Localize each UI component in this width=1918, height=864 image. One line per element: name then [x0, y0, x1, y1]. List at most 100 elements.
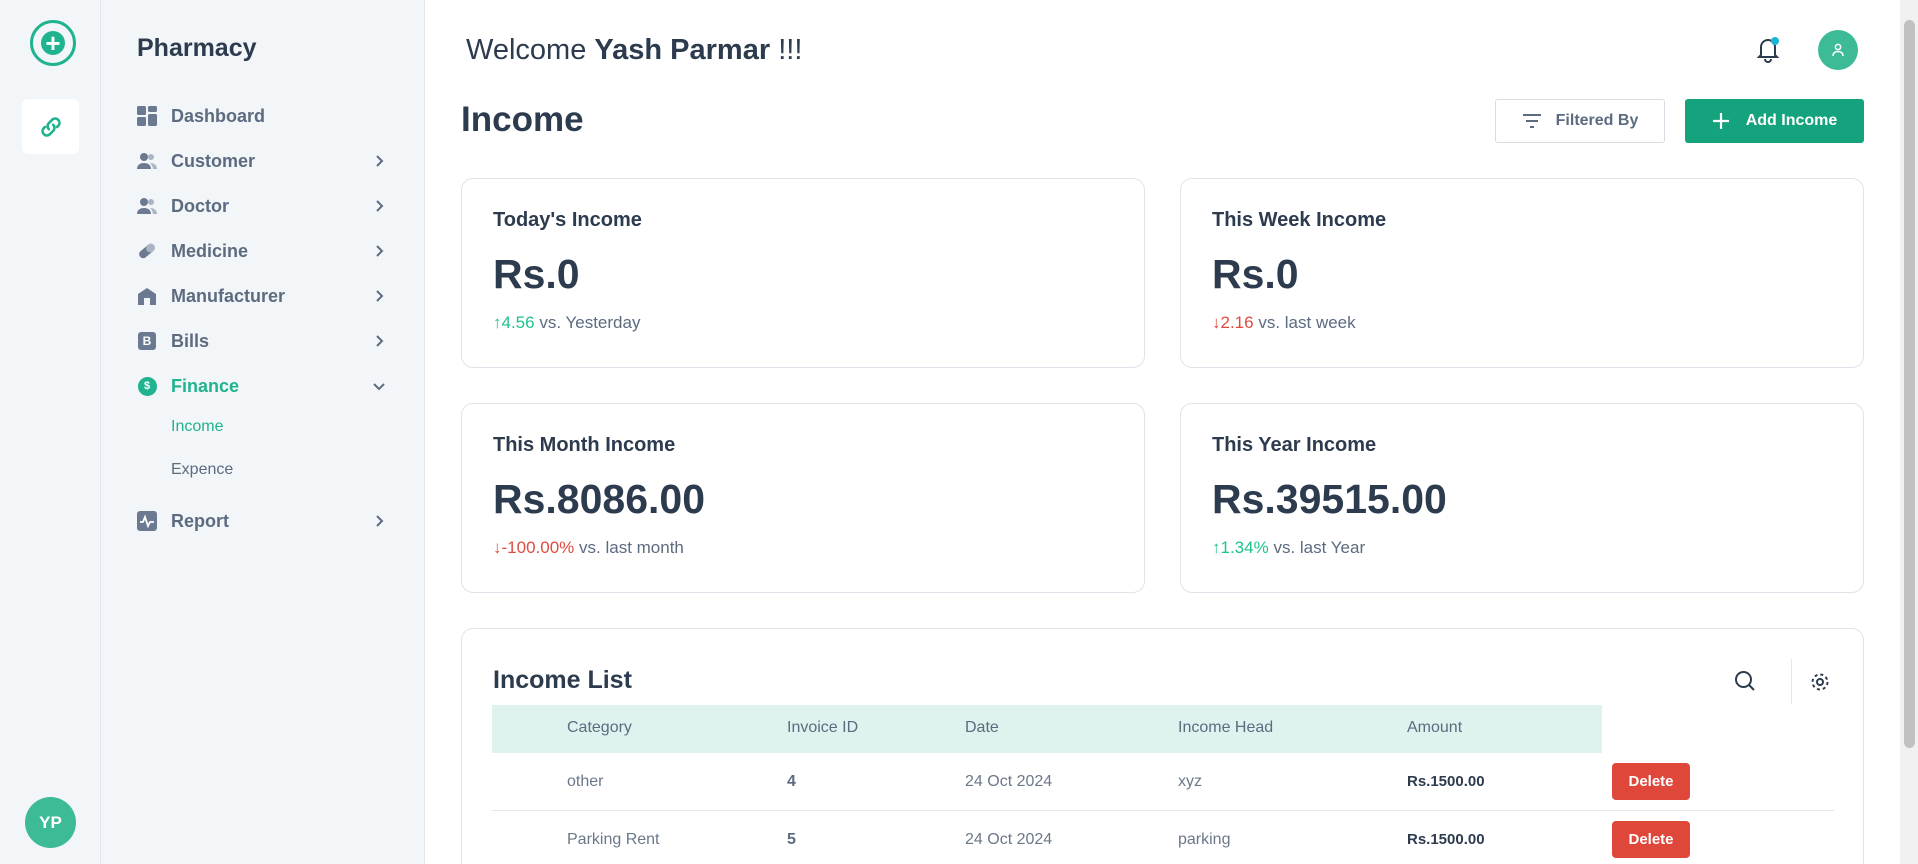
users-icon [137, 151, 157, 171]
stat-trend: ↑1.34% vs. last Year [1212, 538, 1365, 558]
cell-income-head: xyz [1178, 773, 1202, 790]
sidebar-item-label: Customer [171, 150, 256, 171]
user-icon [1832, 43, 1844, 57]
sidebar-subitem-expence[interactable]: Expence [171, 461, 233, 479]
sidebar-item-finance[interactable]: $ Finance [137, 371, 387, 401]
stat-trend: ↓-100.00% vs. last month [493, 538, 684, 558]
column-header[interactable]: Amount [1407, 719, 1462, 737]
delete-button[interactable]: Delete [1612, 763, 1690, 800]
logo-icon[interactable]: + [30, 20, 76, 66]
stat-suffix: vs. last week [1258, 313, 1356, 332]
building-icon [137, 286, 157, 306]
pill-link-icon [40, 116, 61, 137]
scrollbar[interactable] [1900, 0, 1918, 864]
table-row: other 4 24 Oct 2024 xyz Rs.1500.00 Delet… [492, 753, 1834, 811]
arrow-down-icon: ↓ [1212, 313, 1221, 332]
main-content: Welcome Yash Parmar !!! Income Filtered … [426, 0, 1900, 864]
bill-icon: B [137, 331, 157, 351]
chevron-right-icon [376, 245, 384, 257]
filter-button[interactable]: Filtered By [1495, 99, 1665, 143]
stat-suffix: vs. last Year [1273, 538, 1366, 557]
activity-icon [137, 511, 157, 531]
delete-button[interactable]: Delete [1612, 821, 1690, 858]
dollar-icon: $ [137, 376, 157, 396]
stat-change: 4.56 [501, 313, 535, 332]
add-income-button[interactable]: Add Income [1685, 99, 1864, 143]
welcome-message: Welcome Yash Parmar !!! [466, 34, 802, 67]
rail-pharmacy-button[interactable] [22, 99, 79, 154]
sidebar-item-label: Manufacturer [171, 285, 286, 306]
income-list-card: Income List Category Invoice ID Date Inc… [461, 628, 1864, 864]
sidebar-item-label: Bills [171, 330, 210, 351]
stat-value: Rs.39515.00 [1212, 476, 1447, 522]
stat-card-today: Today's Income Rs.0 ↑4.56 vs. Yesterday [461, 178, 1145, 368]
stat-value: Rs.0 [493, 251, 580, 297]
brand-title: Pharmacy [137, 34, 257, 62]
stat-label: This Week Income [1212, 209, 1387, 231]
welcome-prefix: Welcome [466, 34, 587, 66]
chevron-right-icon [376, 335, 384, 347]
cell-amount: Rs.1500.00 [1407, 773, 1485, 790]
chevron-right-icon [376, 290, 384, 302]
sidebar-subitem-income[interactable]: Income [171, 418, 223, 436]
table-row: Parking Rent 5 24 Oct 2024 parking Rs.15… [492, 811, 1834, 864]
sidebar-item-report[interactable]: Report [137, 506, 387, 536]
user-name: Yash Parmar [594, 34, 771, 66]
cell-amount: Rs.1500.00 [1407, 831, 1485, 848]
users-icon [137, 196, 157, 216]
cell-income-head: parking [1178, 831, 1231, 848]
divider [1791, 659, 1792, 704]
gear-icon[interactable] [1810, 672, 1830, 692]
sidebar-item-label: Doctor [171, 195, 229, 216]
user-menu-button[interactable] [1818, 30, 1858, 70]
chevron-down-icon [373, 383, 385, 391]
welcome-suffix: !!! [778, 34, 803, 66]
search-icon[interactable] [1734, 670, 1756, 692]
avatar[interactable]: YP [25, 797, 76, 848]
stat-card-week: This Week Income Rs.0 ↓2.16 vs. last wee… [1180, 178, 1864, 368]
stat-label: This Month Income [493, 434, 676, 456]
column-header[interactable]: Income Head [1178, 719, 1273, 737]
arrow-up-icon: ↑ [1212, 538, 1221, 557]
stat-label: This Year Income [1212, 434, 1377, 456]
sidebar: Pharmacy Dashboard Customer Doctor Medic… [101, 0, 425, 864]
chevron-right-icon [376, 515, 384, 527]
cell-date: 24 Oct 2024 [965, 831, 1053, 848]
cell-date: 24 Oct 2024 [965, 773, 1053, 790]
stat-value: Rs.8086.00 [493, 476, 706, 522]
dashboard-grid-icon [137, 106, 157, 126]
stat-suffix: vs. last month [579, 538, 684, 557]
bell-icon [1756, 37, 1780, 63]
sidebar-item-bills[interactable]: B Bills [137, 326, 387, 356]
column-header[interactable]: Invoice ID [787, 719, 858, 737]
cell-invoice-id: 5 [787, 831, 796, 848]
sidebar-item-medicine[interactable]: Medicine [137, 236, 387, 266]
column-header[interactable]: Category [567, 719, 632, 737]
arrow-down-icon: ↓ [493, 538, 502, 557]
stat-change: -100.00% [501, 538, 575, 557]
arrow-up-icon: ↑ [493, 313, 502, 332]
stat-card-year: This Year Income Rs.39515.00 ↑1.34% vs. … [1180, 403, 1864, 593]
cell-category: Parking Rent [567, 831, 660, 848]
pill-icon [137, 241, 157, 261]
scrollbar-thumb[interactable] [1904, 20, 1915, 748]
sidebar-item-doctor[interactable]: Doctor [137, 191, 387, 221]
sidebar-item-label: Medicine [171, 240, 249, 261]
plus-icon [1712, 113, 1729, 129]
icon-rail: + YP [0, 0, 101, 864]
filter-label: Filtered By [1555, 112, 1639, 129]
sidebar-item-label: Report [171, 510, 229, 531]
sidebar-item-customer[interactable]: Customer [137, 146, 387, 176]
cell-category: other [567, 773, 604, 790]
stat-value: Rs.0 [1212, 251, 1299, 297]
page-title: Income [461, 100, 584, 139]
sidebar-item-dashboard[interactable]: Dashboard [137, 101, 387, 131]
sidebar-item-label: Finance [171, 375, 240, 396]
chevron-right-icon [376, 155, 384, 167]
stat-suffix: vs. Yesterday [539, 313, 641, 332]
sidebar-item-manufacturer[interactable]: Manufacturer [137, 281, 387, 311]
stat-card-month: This Month Income Rs.8086.00 ↓-100.00% v… [461, 403, 1145, 593]
column-header[interactable]: Date [965, 719, 999, 737]
notification-button[interactable] [1753, 34, 1783, 64]
filter-icon [1522, 114, 1541, 128]
